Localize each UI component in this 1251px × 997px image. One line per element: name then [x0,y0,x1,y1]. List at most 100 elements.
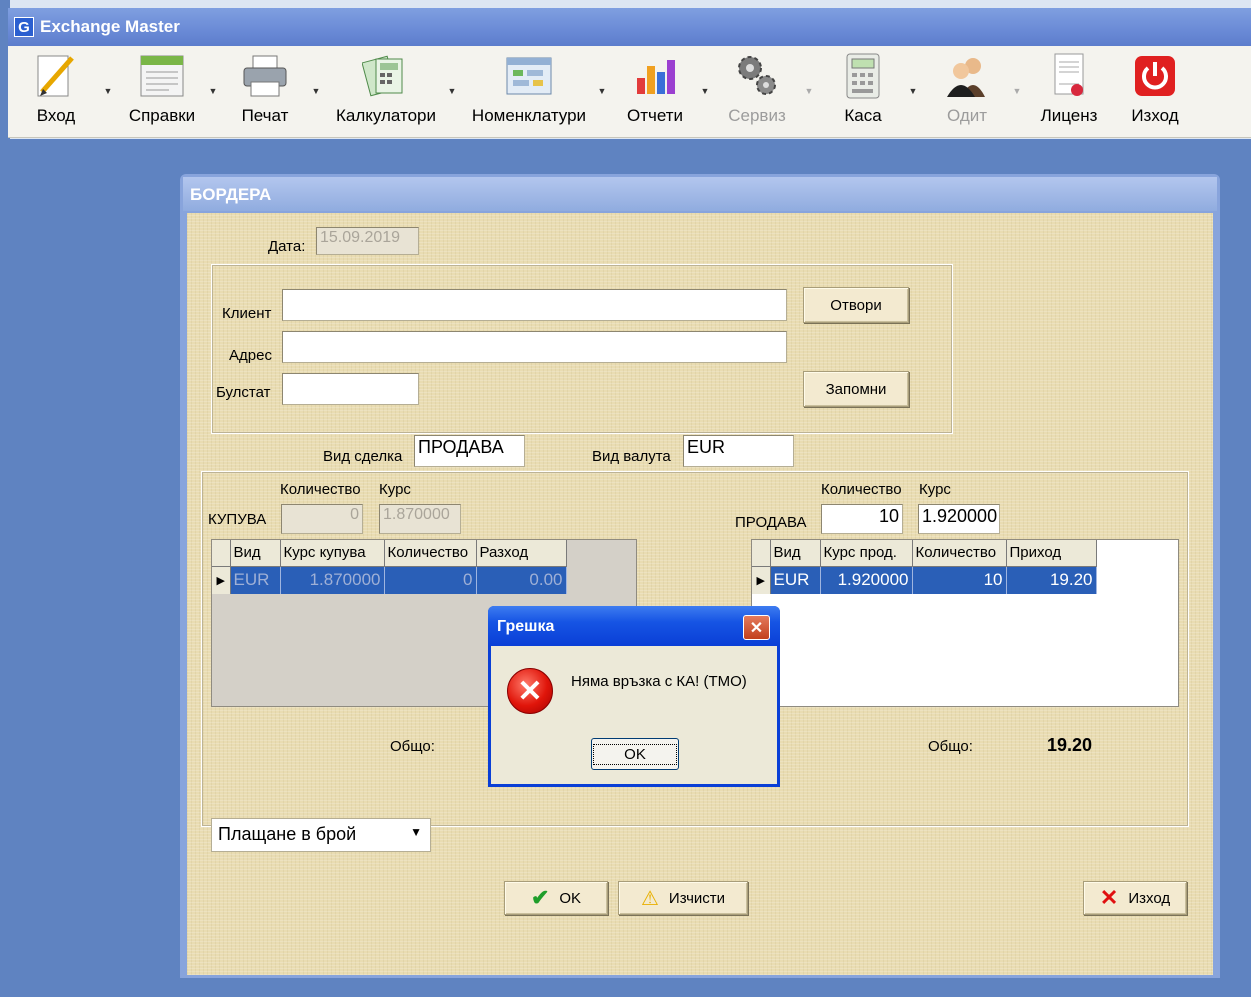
table-row[interactable]: ▶ EUR 1.920000 10 19.20 [752,566,1097,594]
toolbar-service-dropdown-icon: ▼ [804,86,814,96]
exit-form-button-label: Изход [1128,889,1171,907]
payment-select[interactable]: Плащане в брой ▼ [211,818,431,852]
toolbar-reports-dropdown-icon[interactable]: ▼ [206,86,220,96]
save-client-button[interactable]: Запомни [803,371,909,407]
sell-cell-qty[interactable]: 10 [912,566,1007,594]
warning-icon: ⚠ [640,887,659,910]
toolbar-nomenclatures-dropdown-icon[interactable]: ▼ [595,86,609,96]
client-label: Клиент [222,305,272,322]
toolbar-cash-dropdown-icon[interactable]: ▼ [906,86,920,96]
toolbar-cash-label: Каса [844,106,882,125]
sell-cell-type[interactable]: EUR [770,566,821,594]
toolbar-reports-button[interactable]: Справки [118,46,206,138]
sell-col-income[interactable]: Приход [1006,540,1097,567]
bulstat-field[interactable] [282,373,419,405]
sell-grid[interactable]: Вид Курс прод. Количество Приход ▶ EUR 1… [751,539,1179,707]
sell-col-qty[interactable]: Количество [912,540,1007,567]
buy-qty-field: 0 [281,504,363,534]
row-indicator-icon: ▶ [752,566,771,594]
sell-cell-income[interactable]: 19.20 [1006,566,1097,594]
ok-button-label: OK [559,889,582,907]
toolbar-cash-button[interactable]: Каса [828,46,898,138]
dialog-ok-label: OK [593,743,677,765]
buy-total-label: Общо: [390,738,435,755]
toolbar-print-dropdown-icon[interactable]: ▼ [309,86,323,96]
buy-cell-expense[interactable]: 0.00 [476,566,567,594]
bordera-titlebar: БОРДЕРА [183,177,1217,211]
toolbar-service-button[interactable]: Сервиз [722,46,792,138]
toolbar-statements-button[interactable]: Отчети [620,46,690,138]
printer-icon [241,50,289,102]
toolbar-audit-label: Одит [946,106,988,125]
toolbar-exit-button[interactable]: Изход [1120,46,1190,138]
ok-button[interactable]: ✔ OK [504,881,608,915]
sell-col-rate[interactable]: Курс прод. [820,540,913,567]
pencil-icon [32,50,80,102]
window-grid-icon [505,50,553,102]
sell-qty-field[interactable]: 10 [821,504,903,534]
sell-grid-corner [752,540,771,567]
client-field[interactable] [282,289,787,321]
date-field: 15.09.2019 [316,227,419,255]
license-icon [1045,50,1093,102]
toolbar-calculators-label: Калкулатори [335,106,437,125]
dialog-ok-button[interactable]: OK [591,738,679,770]
date-label: Дата: [268,238,306,255]
toolbar-calculators-button[interactable]: Калкулатори [330,46,442,138]
power-icon [1131,50,1179,102]
close-icon[interactable]: ✕ [743,615,770,640]
bordera-form: Дата: 15.09.2019 Клиент Отвори Адрес Бул… [187,213,1213,975]
error-icon: ✕ [507,668,553,714]
save-client-button-label: Запомни [825,380,887,398]
error-dialog-body: ✕ Няма връзка с КА! (TMO) OK [491,646,777,784]
users-icon [943,50,991,102]
toolbar-print-label: Печат [241,106,289,125]
clear-button[interactable]: ⚠ Изчисти [618,881,748,915]
toolbar-print-button[interactable]: Печат [230,46,300,138]
table-row[interactable]: ▶ EUR 1.870000 0 0.00 [212,566,567,594]
app-titlebar: G Exchange Master [8,8,1251,46]
bar-chart-icon [631,50,679,102]
exit-form-button[interactable]: ✕ Изход [1083,881,1187,915]
toolbar-license-button[interactable]: Лиценз [1034,46,1104,138]
deal-type-label: Вид сделка [323,448,403,465]
toolbar-login-button[interactable]: Вход [26,46,86,138]
address-label: Адрес [229,347,272,364]
open-button[interactable]: Отвори [803,287,909,323]
app-title: Exchange Master [40,17,180,36]
close-x-icon: ✕ [1099,885,1119,910]
toolbar-statements-dropdown-icon[interactable]: ▼ [698,86,712,96]
cash-register-icon [839,50,887,102]
toolbar-nomenclatures-button[interactable]: Номенклатури [466,46,592,138]
toolbar-reports-label: Справки [128,106,196,125]
sell-cell-rate[interactable]: 1.920000 [820,566,913,594]
buy-col-rate[interactable]: Курс купува [280,540,385,567]
sell-col-type[interactable]: Вид [770,540,821,567]
buy-cell-rate[interactable]: 1.870000 [280,566,385,594]
toolbar-login-dropdown-icon[interactable]: ▼ [101,86,115,96]
sell-rate-header: Курс [919,481,951,498]
toolbar-exit-label: Изход [1131,106,1179,125]
bulstat-label: Булстат [216,384,271,401]
app-logo-icon: G [14,17,34,37]
buy-cell-type[interactable]: EUR [230,566,281,594]
buy-col-qty[interactable]: Количество [384,540,477,567]
toolbar-statements-label: Отчети [626,106,684,125]
sell-rate-field[interactable]: 1.920000 [918,504,1000,534]
buy-section-label: КУПУВА [208,511,267,528]
buy-col-type[interactable]: Вид [230,540,281,567]
bordera-window: БОРДЕРА Дата: 15.09.2019 Клиент Отвори А… [180,174,1220,978]
toolbar-audit-dropdown-icon: ▼ [1012,86,1022,96]
sell-total-value: 19.20 [1047,735,1093,755]
deal-type-field[interactable]: ПРОДАВА [414,435,525,467]
toolbar-calculators-dropdown-icon[interactable]: ▼ [445,86,459,96]
sell-total-label: Общо: [928,738,973,755]
address-field[interactable] [282,331,787,363]
chevron-down-icon[interactable]: ▼ [410,825,422,839]
buy-cell-qty[interactable]: 0 [384,566,477,594]
gears-icon [733,50,781,102]
toolbar-nomenclatures-label: Номенклатури [471,106,587,125]
toolbar-audit-button[interactable]: Одит [932,46,1002,138]
buy-col-expense[interactable]: Разход [476,540,567,567]
currency-field[interactable]: EUR [683,435,794,467]
